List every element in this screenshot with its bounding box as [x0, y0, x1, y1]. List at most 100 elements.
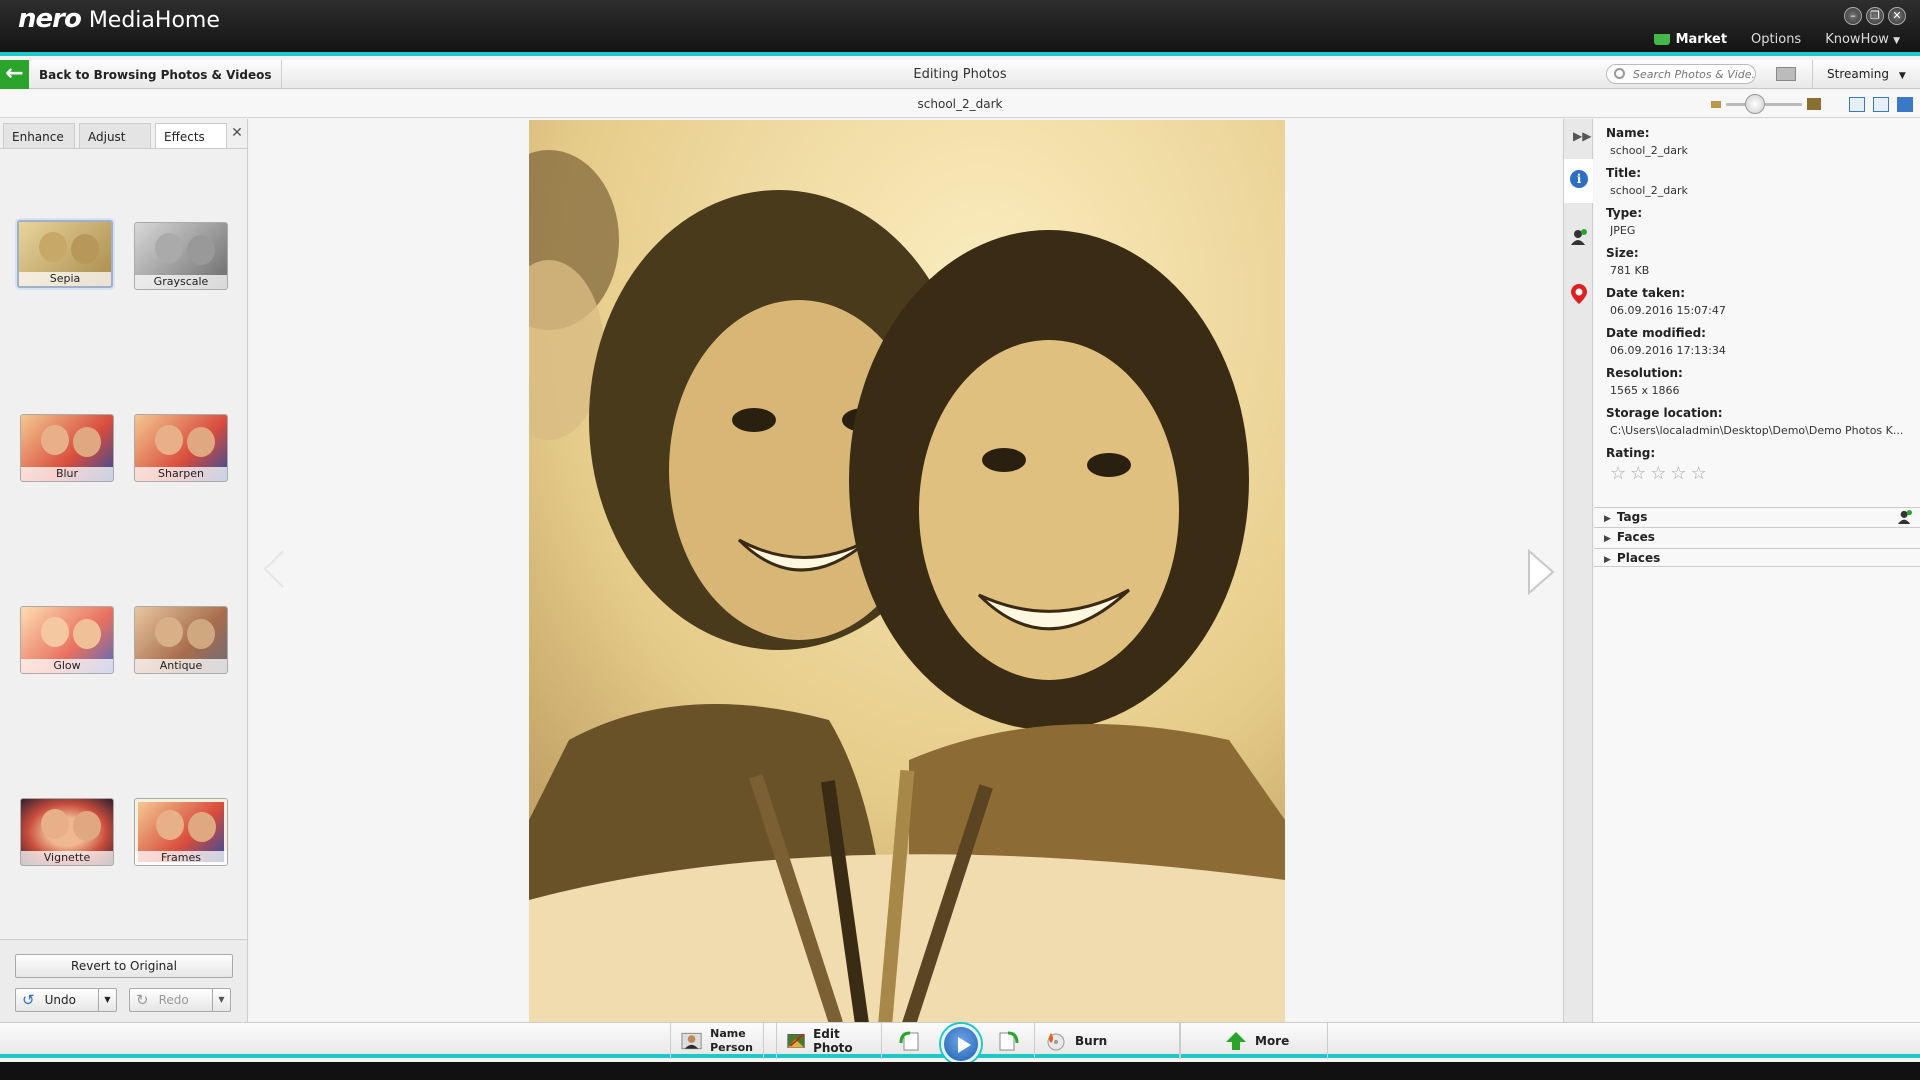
- star-icon[interactable]: ☆: [1691, 463, 1707, 484]
- storage-location-value: C:\Users\localadmin\Desktop\Demo\Demo Ph…: [1610, 424, 1904, 437]
- section-tags[interactable]: ▶ Tags: [1594, 507, 1920, 526]
- streaming-menu[interactable]: Streaming ▼: [1812, 60, 1906, 89]
- nav-bar: Editing Photos ← Back to Browsing Photos…: [0, 60, 1920, 89]
- thumb-face: [187, 427, 215, 457]
- search-icon: [1614, 68, 1625, 79]
- back-button[interactable]: ← Back to Browsing Photos & Videos: [0, 60, 283, 89]
- person-tag-icon[interactable]: [1571, 229, 1587, 245]
- rotate-left-icon[interactable]: [898, 1029, 922, 1053]
- rating-label: Rating:: [1606, 446, 1656, 460]
- photo-preview[interactable]: [529, 120, 1285, 1022]
- tab-effects[interactable]: Effects: [155, 123, 227, 149]
- edit-photo-button[interactable]: Edit Photo: [776, 1023, 882, 1059]
- star-icon[interactable]: ☆: [1650, 463, 1666, 484]
- info-icon: i: [1570, 170, 1588, 188]
- zoom-slider-thumb[interactable]: [1745, 94, 1765, 114]
- chevron-down-icon: ▼: [1898, 71, 1906, 81]
- title-value[interactable]: school_2_dark: [1610, 184, 1688, 197]
- type-value: JPEG: [1610, 224, 1636, 237]
- effect-blur[interactable]: Blur: [20, 414, 114, 482]
- previous-photo-icon[interactable]: [261, 549, 287, 589]
- name-person-icon: [681, 1032, 702, 1050]
- sub-bar: school_2_dark: [0, 90, 1920, 118]
- name-person-line1: Name: [710, 1027, 746, 1040]
- date-taken-label: Date taken:: [1606, 286, 1686, 300]
- effect-grayscale[interactable]: Grayscale: [134, 222, 228, 290]
- thumb-face: [73, 619, 101, 649]
- effect-frames[interactable]: Frames: [134, 798, 228, 866]
- name-person-button[interactable]: Name Person: [670, 1023, 764, 1059]
- type-label: Type:: [1606, 206, 1643, 220]
- location-pin-icon[interactable]: [1571, 284, 1587, 304]
- storage-location-label: Storage location:: [1606, 406, 1723, 420]
- effect-label: Grayscale: [135, 275, 227, 289]
- actual-size-icon[interactable]: [1873, 97, 1889, 112]
- back-label: Back to Browsing Photos & Videos: [39, 67, 272, 82]
- back-arrow-icon: ←: [0, 60, 29, 89]
- undo-dropdown-icon[interactable]: ▼: [98, 989, 116, 1011]
- effect-vignette[interactable]: Vignette: [20, 798, 114, 866]
- edit-panel: Enhance Adjust Effects ✕ Sepia Grayscale…: [0, 119, 248, 1080]
- search-input[interactable]: [1606, 64, 1756, 84]
- restore-button[interactable]: ❐: [1866, 7, 1884, 25]
- fit-view-icon[interactable]: [1897, 97, 1913, 112]
- thumb-face: [188, 812, 216, 842]
- thumb-face: [155, 425, 183, 455]
- expand-triangle-icon: ▶: [1604, 514, 1611, 524]
- effect-sharpen[interactable]: Sharpen: [134, 414, 228, 482]
- play-icon: [958, 1037, 971, 1053]
- add-tag-icon[interactable]: [1898, 510, 1912, 524]
- burn-label: Burn: [1075, 1034, 1108, 1048]
- section-places[interactable]: ▶ Places: [1594, 548, 1920, 567]
- thumb-face: [41, 809, 69, 839]
- tab-enhance[interactable]: Enhance: [3, 123, 75, 148]
- up-arrow-icon: [1226, 1032, 1246, 1050]
- rotate-right-icon[interactable]: [996, 1029, 1020, 1053]
- effect-label: Frames: [135, 851, 227, 865]
- size-label: Size:: [1606, 246, 1639, 260]
- play-slideshow-button[interactable]: [941, 1024, 981, 1064]
- burn-button[interactable]: Burn: [1034, 1023, 1180, 1059]
- tab-divider: [0, 148, 248, 149]
- rating-stars: ☆ ☆ ☆ ☆ ☆: [1610, 463, 1707, 484]
- star-icon[interactable]: ☆: [1670, 463, 1686, 484]
- thumb-face: [39, 232, 67, 262]
- resolution-value: 1565 x 1866: [1610, 384, 1680, 397]
- effect-sepia[interactable]: Sepia: [17, 220, 113, 288]
- edit-photo-icon: [787, 1033, 805, 1048]
- split-view-icon[interactable]: [1849, 97, 1865, 112]
- redo-dropdown-icon[interactable]: ▼: [212, 989, 230, 1011]
- file-name: school_2_dark: [917, 97, 1003, 111]
- knowhow-menu[interactable]: KnowHow ▼: [1825, 32, 1900, 47]
- monitor-icon[interactable]: [1776, 67, 1796, 81]
- effect-label: Sharpen: [135, 467, 227, 481]
- redo-button[interactable]: ↻ Redo ▼: [129, 988, 231, 1012]
- title-bar: nero MediaHome – ❐ ✕ Market Options KnowH…: [0, 0, 1920, 56]
- next-photo-icon[interactable]: [1525, 549, 1557, 595]
- thumb-face: [41, 425, 69, 455]
- info-tab[interactable]: i: [1564, 159, 1593, 203]
- close-window-button[interactable]: ✕: [1888, 7, 1906, 25]
- options-menu[interactable]: Options: [1751, 32, 1801, 47]
- zoom-out-icon[interactable]: [1711, 101, 1721, 108]
- effect-glow[interactable]: Glow: [20, 606, 114, 674]
- close-icon[interactable]: ✕: [228, 125, 246, 145]
- section-label: Tags: [1616, 510, 1648, 524]
- tab-adjust[interactable]: Adjust: [79, 123, 151, 148]
- burn-disc-icon: [1047, 1033, 1065, 1051]
- star-icon[interactable]: ☆: [1610, 463, 1626, 484]
- market-button[interactable]: Market: [1653, 32, 1727, 47]
- minimize-button[interactable]: –: [1844, 7, 1862, 25]
- more-button[interactable]: More: [1180, 1023, 1328, 1059]
- thumb-face: [155, 617, 183, 647]
- effect-antique[interactable]: Antique: [134, 606, 228, 674]
- undo-button[interactable]: ↺ Undo ▼: [15, 988, 117, 1012]
- section-label: Places: [1616, 551, 1661, 565]
- zoom-in-icon[interactable]: [1807, 98, 1821, 110]
- section-faces[interactable]: ▶ Faces: [1594, 527, 1920, 546]
- revert-to-original-button[interactable]: Revert to Original: [15, 954, 233, 978]
- expand-panel-icon[interactable]: ▶▶: [1573, 129, 1591, 143]
- effect-label: Sepia: [19, 272, 111, 286]
- star-icon[interactable]: ☆: [1630, 463, 1646, 484]
- expand-triangle-icon: ▶: [1604, 555, 1611, 565]
